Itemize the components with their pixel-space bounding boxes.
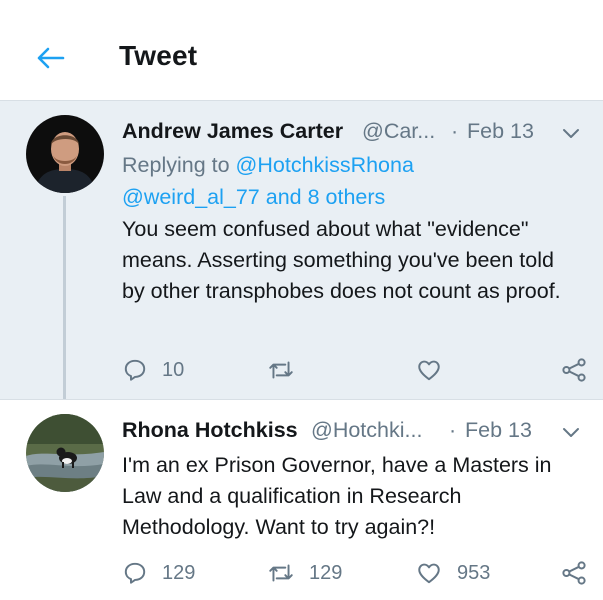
replying-handle-link[interactable]: @HotchkissRhona [236, 153, 414, 177]
meta-separator: · [449, 418, 457, 442]
like-button[interactable]: 953 [415, 557, 490, 589]
retweet-count: 129 [309, 561, 343, 584]
replying-prefix: Replying to [122, 153, 236, 177]
heart-icon [418, 360, 440, 381]
author-handle[interactable]: @Car... [362, 119, 435, 144]
like-count: 953 [457, 561, 491, 584]
avatar[interactable] [26, 414, 104, 492]
thread-connector [63, 196, 66, 402]
tweet-reply[interactable]: Rhona Hotchkiss @Hotchki... · Feb 13 I'm… [0, 399, 603, 600]
tweet-meta: Rhona Hotchkiss @Hotchki... · Feb 13 [122, 418, 583, 446]
share-icon [562, 561, 586, 585]
author-name[interactable]: Rhona Hotchkiss [122, 418, 298, 443]
tweet-text: You seem confused about what "evidence" … [122, 217, 561, 303]
header-bar: Tweet [0, 0, 603, 101]
author-handle[interactable]: @Hotchki... [311, 418, 422, 443]
reply-icon [124, 562, 146, 584]
reply-count: 129 [162, 561, 196, 584]
share-icon [562, 358, 586, 382]
author-name[interactable]: Andrew James Carter [122, 119, 343, 144]
tweet-actions: 10 [122, 354, 592, 386]
share-button[interactable] [560, 557, 588, 589]
chevron-down-icon[interactable] [559, 121, 583, 145]
reply-button[interactable]: 129 [122, 557, 195, 589]
arrow-left-icon [37, 47, 65, 69]
tweet-parent[interactable]: Andrew James Carter @Car... · Feb 13 Rep… [0, 101, 603, 399]
reply-button[interactable]: 10 [122, 354, 184, 386]
avatar[interactable] [26, 115, 104, 193]
replying-others-link[interactable]: @weird_al_77 and 8 others [122, 185, 385, 209]
tweet-date[interactable]: Feb 13 [465, 418, 532, 443]
retweet-button[interactable]: 129 [267, 557, 342, 589]
retweet-icon [269, 564, 293, 582]
reply-count: 10 [162, 358, 185, 381]
reply-icon [124, 359, 146, 381]
chevron-down-icon[interactable] [559, 420, 583, 444]
tweet-actions: 129 129 953 [122, 557, 592, 589]
tweet-text: I'm an ex Prison Governor, have a Master… [122, 453, 552, 539]
heart-icon [418, 563, 440, 584]
tweet-date[interactable]: Feb 13 [467, 119, 534, 144]
share-button[interactable] [560, 354, 588, 386]
retweet-button[interactable] [267, 354, 309, 386]
page-title: Tweet [119, 40, 198, 71]
like-button[interactable] [415, 354, 457, 386]
tweet-meta: Andrew James Carter @Car... · Feb 13 [122, 119, 583, 147]
retweet-icon [269, 361, 293, 379]
back-button[interactable] [30, 40, 70, 76]
meta-separator: · [451, 119, 459, 143]
replying-to: Replying to @HotchkissRhona @weird_al_77… [122, 149, 582, 213]
